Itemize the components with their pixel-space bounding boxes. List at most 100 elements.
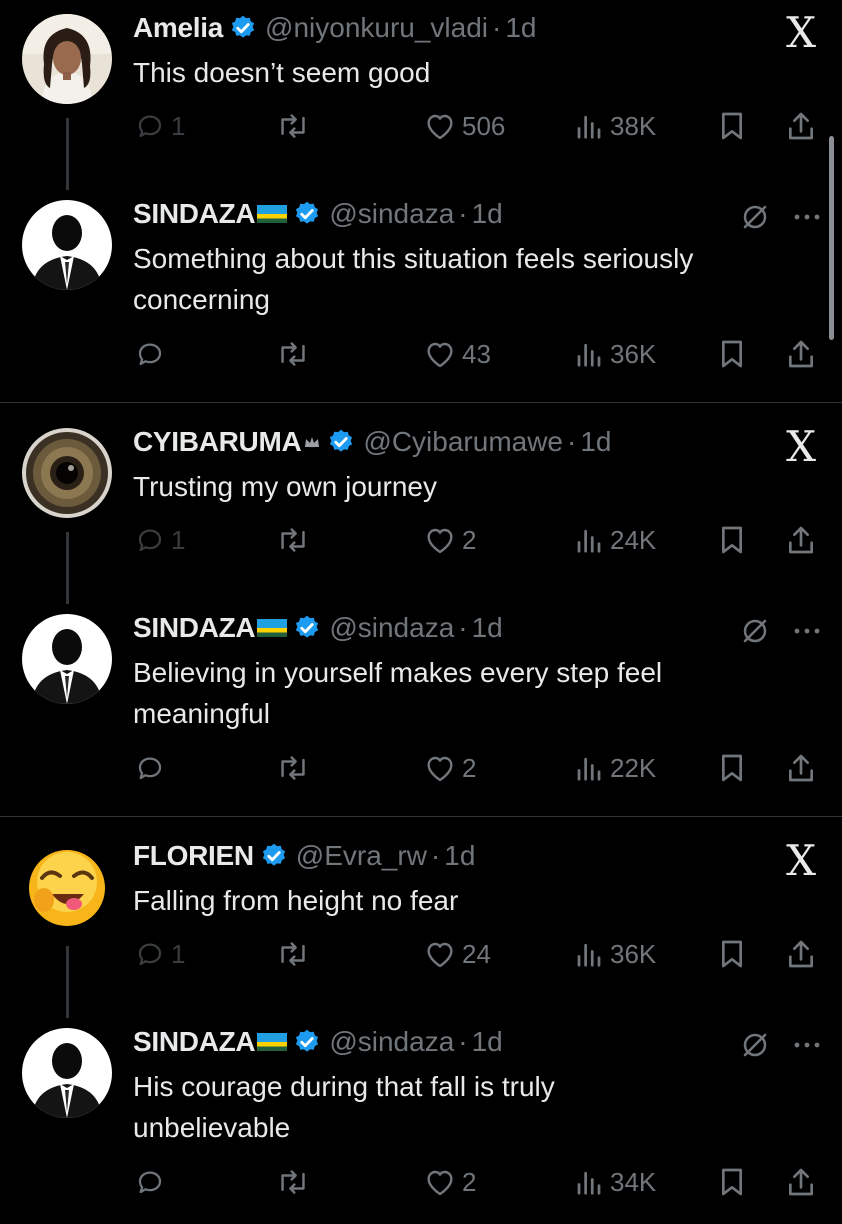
views-button[interactable]: 34K: [574, 1162, 656, 1202]
repost-icon: [281, 1170, 305, 1194]
user-handle[interactable]: @sindaza: [329, 198, 454, 230]
user-handle[interactable]: @sindaza: [329, 612, 454, 644]
avatar[interactable]: [22, 428, 112, 518]
like-button[interactable]: 2: [424, 1162, 476, 1202]
views-chart-icon: [577, 343, 601, 367]
avatar[interactable]: [22, 200, 112, 290]
timestamp[interactable]: 1d: [472, 198, 503, 230]
tweet[interactable]: Amelia @niyonkuru_vladi · 1d X This does…: [0, 0, 842, 206]
share-button[interactable]: [786, 934, 816, 974]
share-icon: [789, 1168, 814, 1196]
heart-icon: [427, 342, 453, 368]
x-logo-icon: X: [786, 836, 816, 885]
tweet-corner-actions: [740, 1030, 822, 1060]
views-button[interactable]: 36K: [574, 334, 656, 374]
reply-count: 1: [171, 938, 186, 969]
tweet[interactable]: SINDAZA @sindaza · 1d His courage during…: [0, 1018, 842, 1224]
bookmark-icon: [721, 526, 742, 554]
heart-icon: [427, 756, 453, 782]
display-name[interactable]: SINDAZA: [133, 198, 256, 230]
tweet-text: Falling from height no fear: [133, 880, 803, 921]
bookmark-button[interactable]: [718, 334, 746, 374]
share-button[interactable]: [786, 334, 816, 374]
display-name[interactable]: SINDAZA: [133, 612, 256, 644]
display-name[interactable]: CYIBARUMA: [133, 426, 302, 458]
like-button[interactable]: 2: [424, 748, 476, 788]
tweet[interactable]: FLORIEN @Evra_rw · 1d X Falling from hei…: [0, 828, 842, 1034]
share-button[interactable]: [786, 520, 816, 560]
views-button[interactable]: 24K: [574, 520, 656, 560]
views-button[interactable]: 22K: [574, 748, 656, 788]
timestamp[interactable]: 1d: [472, 1026, 503, 1058]
avatar[interactable]: [22, 1028, 112, 1118]
views-chart-icon: [577, 757, 601, 781]
reply-button[interactable]: [135, 1162, 165, 1202]
tweet-text-line: concerning: [133, 284, 270, 315]
reply-button[interactable]: 1: [135, 934, 185, 974]
like-button[interactable]: 2: [424, 520, 476, 560]
bookmark-button[interactable]: [718, 1162, 746, 1202]
tweet[interactable]: SINDAZA @sindaza · 1d Believing in yours…: [0, 604, 842, 810]
timestamp[interactable]: 1d: [580, 426, 611, 458]
more-options-icon[interactable]: [792, 1040, 822, 1050]
dot-separator: ·: [430, 840, 441, 871]
rwanda-flag-icon: [257, 1033, 288, 1051]
tweet-text-line: This doesn’t seem good: [133, 57, 431, 88]
repost-button[interactable]: [276, 1162, 310, 1202]
display-name[interactable]: SINDAZA: [133, 1026, 256, 1058]
tweet-text-line: Falling from height no fear: [133, 885, 459, 916]
user-handle[interactable]: @sindaza: [329, 1026, 454, 1058]
bookmark-button[interactable]: [718, 106, 746, 146]
user-handle[interactable]: @Cyibarumawe: [363, 426, 563, 458]
rwanda-flag-icon: [257, 619, 288, 637]
share-button[interactable]: [786, 748, 816, 788]
more-options-icon[interactable]: [792, 626, 822, 636]
user-handle[interactable]: @niyonkuru_vladi: [265, 12, 488, 44]
reply-button[interactable]: 1: [135, 520, 185, 560]
repost-button[interactable]: [276, 748, 310, 788]
avatar[interactable]: [22, 842, 112, 932]
display-name[interactable]: Amelia: [133, 12, 223, 44]
verified-badge-icon: [296, 1029, 319, 1052]
tweet[interactable]: SINDAZA @sindaza · 1d Something about th…: [0, 190, 842, 396]
like-button[interactable]: 506: [424, 106, 505, 146]
like-button[interactable]: 24: [424, 934, 491, 974]
views-count: 36K: [610, 938, 657, 969]
repost-button[interactable]: [276, 106, 310, 146]
like-count: 24: [462, 938, 491, 969]
repost-button[interactable]: [276, 520, 310, 560]
views-count: 24K: [610, 524, 657, 555]
share-button[interactable]: [786, 1162, 816, 1202]
like-count: 2: [462, 524, 477, 555]
tweet[interactable]: CYIBARUMA @Cyibarumawe · 1d X Trusting m…: [0, 414, 842, 620]
timestamp[interactable]: 1d: [444, 840, 475, 872]
more-options-icon[interactable]: [792, 212, 822, 222]
reply-button[interactable]: 1: [135, 106, 185, 146]
bookmark-button[interactable]: [718, 934, 746, 974]
reply-button[interactable]: [135, 748, 165, 788]
bookmark-icon: [721, 112, 742, 140]
timestamp[interactable]: 1d: [472, 612, 503, 644]
avatar[interactable]: [22, 614, 112, 704]
views-chart-icon: [577, 943, 601, 967]
timestamp[interactable]: 1d: [505, 12, 536, 44]
user-handle[interactable]: @Evra_rw: [296, 840, 427, 872]
rwanda-flag-icon: [257, 205, 288, 223]
views-button[interactable]: 38K: [574, 106, 656, 146]
bookmark-button[interactable]: [718, 748, 746, 788]
repost-button[interactable]: [276, 934, 310, 974]
scrollbar[interactable]: [829, 136, 834, 340]
avatar[interactable]: [22, 14, 112, 104]
share-icon: [789, 112, 814, 140]
dot-separator: ·: [492, 12, 502, 43]
grok-slash-icon[interactable]: [740, 202, 770, 232]
views-button[interactable]: 36K: [574, 934, 656, 974]
like-button[interactable]: 43: [424, 334, 491, 374]
grok-slash-icon[interactable]: [740, 616, 770, 646]
reply-button[interactable]: [135, 334, 165, 374]
repost-button[interactable]: [276, 334, 310, 374]
bookmark-button[interactable]: [718, 520, 746, 560]
display-name[interactable]: FLORIEN: [133, 840, 254, 872]
share-button[interactable]: [786, 106, 816, 146]
grok-slash-icon[interactable]: [740, 1030, 770, 1060]
